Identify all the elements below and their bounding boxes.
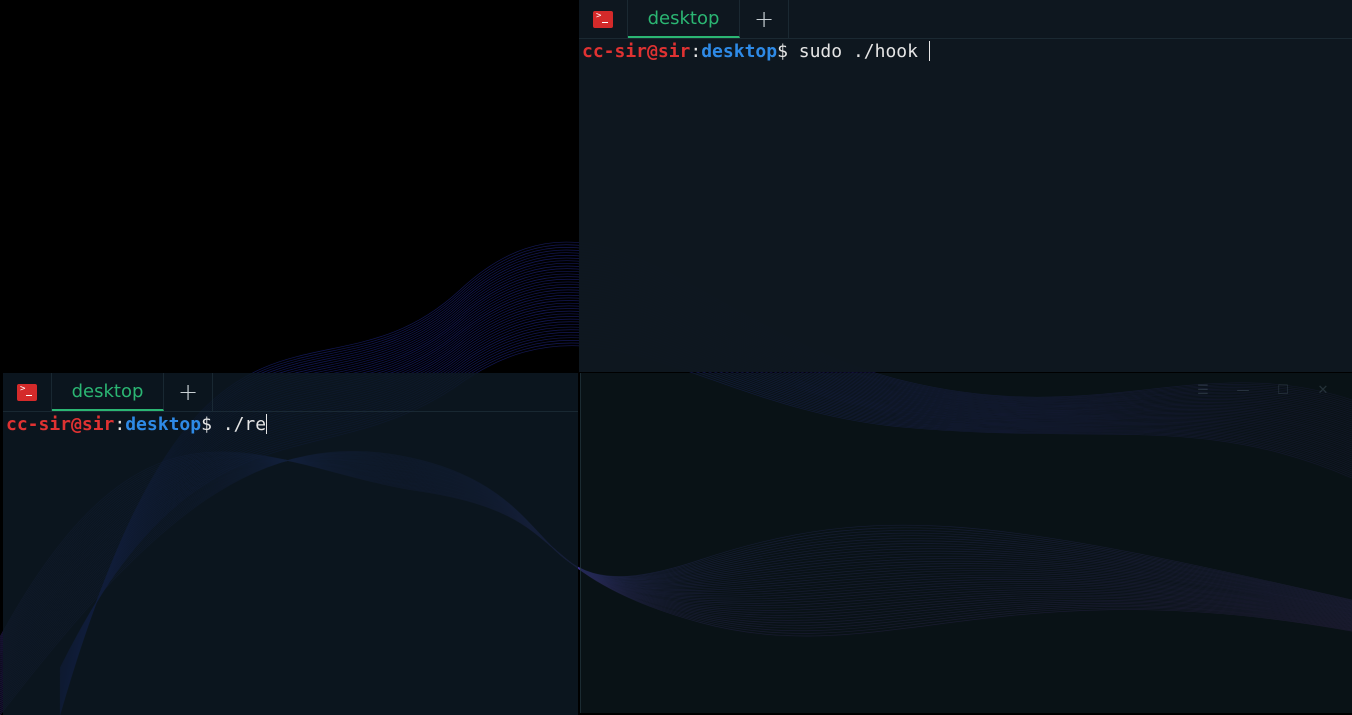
prompt-user-host: cc-sir@sir (582, 41, 691, 62)
window-controls: ☰ — ☐ ✕ (1194, 383, 1332, 398)
minimize-icon[interactable]: — (1234, 383, 1252, 398)
tab-bar: > desktop + (579, 0, 1352, 39)
text-cursor (266, 414, 268, 434)
plus-icon: + (177, 378, 199, 406)
terminal-icon: > (17, 383, 37, 401)
terminal-output[interactable]: cc-sir@sir:desktop$ sudo ./hook (582, 40, 930, 64)
new-tab-button[interactable]: + (164, 373, 213, 411)
terminal-app-button[interactable]: > (3, 373, 52, 411)
new-tab-button[interactable]: + (740, 0, 789, 38)
plus-icon: + (753, 5, 775, 33)
menu-icon[interactable]: ☰ (1194, 383, 1212, 398)
prompt-colon: : (690, 41, 702, 62)
prompt-directory: desktop (701, 41, 778, 62)
maximize-icon[interactable]: ☐ (1274, 383, 1292, 398)
tab-bar: > desktop + (3, 373, 578, 412)
text-cursor (928, 41, 930, 61)
terminal-icon: > (593, 10, 613, 28)
prompt-colon: : (114, 414, 126, 435)
prompt-dollar: $ (201, 414, 212, 435)
command-text: ./re (211, 414, 267, 435)
tab-desktop[interactable]: desktop (628, 0, 740, 38)
command-text: sudo ./hook (787, 41, 929, 62)
terminal-window-bottom[interactable]: > desktop + cc-sir@sir:desktop$ ./re (3, 373, 578, 715)
close-icon[interactable]: ✕ (1314, 383, 1332, 398)
desktop-background: > desktop + cc-sir@sir:desktop$ sudo ./h… (0, 0, 1352, 715)
prompt-directory: desktop (125, 414, 202, 435)
terminal-output[interactable]: cc-sir@sir:desktop$ ./re (6, 413, 268, 437)
terminal-window-top[interactable]: > desktop + cc-sir@sir:desktop$ sudo ./h… (579, 0, 1352, 372)
tab-label: desktop (647, 7, 720, 29)
tab-desktop[interactable]: desktop (52, 373, 164, 411)
prompt-dollar: $ (777, 41, 788, 62)
terminal-window-empty[interactable]: ☰ — ☐ ✕ (580, 373, 1352, 713)
prompt-user-host: cc-sir@sir (6, 414, 115, 435)
terminal-app-button[interactable]: > (579, 0, 628, 38)
tab-label: desktop (71, 380, 144, 402)
